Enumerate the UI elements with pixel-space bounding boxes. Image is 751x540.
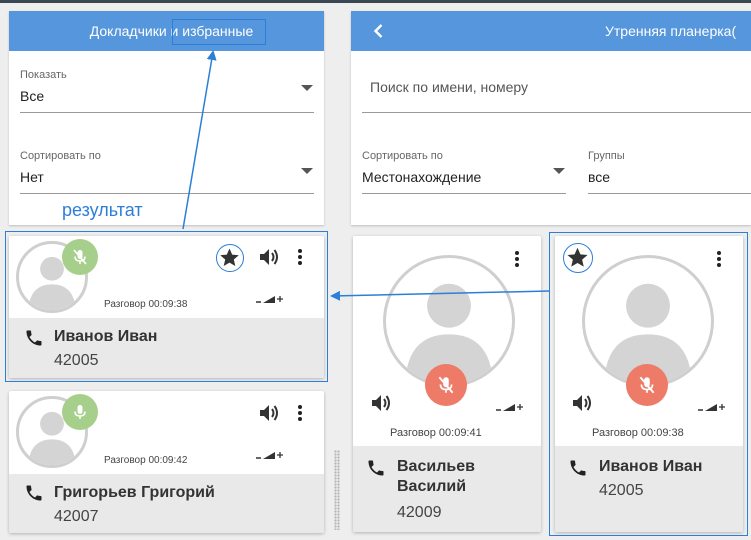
left-filter-panel: Докладчики и избранные Показать Все Сорт… — [9, 11, 324, 225]
right-sort-dropdown-icon[interactable] — [553, 168, 565, 174]
groups-underline — [588, 193, 751, 194]
groups-label: Группы — [588, 150, 625, 162]
sort-filter-underline — [20, 193, 314, 194]
show-filter-dropdown-icon[interactable] — [301, 85, 313, 91]
call-duration: Разговор 00:09:41 — [390, 427, 482, 439]
groups-value[interactable]: все — [588, 169, 610, 185]
volume-icon[interactable] — [370, 393, 392, 413]
sort-filter-value[interactable]: Нет — [20, 169, 44, 185]
left-participant-card-2[interactable]: Разговор 00:09:42 Григорьев Григорий 420… — [9, 391, 324, 533]
call-duration: Разговор 00:09:42 — [104, 455, 188, 466]
right-sort-underline — [362, 193, 566, 194]
card-footer: Васильев Василий 42009 — [353, 446, 541, 532]
panel-splitter-handle[interactable] — [334, 450, 340, 530]
search-input-underline — [362, 112, 751, 113]
more-vertical-icon[interactable] — [515, 251, 519, 267]
right-conference-panel: Утренняя планерка( Поиск по имени, номер… — [351, 11, 751, 225]
right-participant-card-1[interactable]: Разговор 00:09:41 Васильев Василий 42009 — [353, 236, 541, 532]
chevron-left-icon[interactable] — [371, 23, 387, 39]
search-input-placeholder[interactable]: Поиск по имени, номеру — [370, 79, 528, 95]
participant-name: Григорьев Григорий — [54, 484, 215, 501]
microphone-icon[interactable] — [62, 394, 98, 430]
window-top-strip — [0, 0, 751, 3]
show-filter-value[interactable]: Все — [20, 88, 44, 104]
volume-icon[interactable] — [258, 403, 280, 423]
right-panel-header: Утренняя планерка( — [351, 11, 751, 51]
left-panel-title-prefix: Докладчики и — [89, 23, 183, 39]
phone-icon — [366, 458, 386, 478]
signal-icon — [256, 447, 284, 459]
result-annotation: результат — [62, 200, 143, 220]
sort-filter-dropdown-icon[interactable] — [301, 168, 313, 174]
sort-filter-label: Сортировать по — [20, 150, 101, 162]
participant-number: 42007 — [54, 508, 99, 525]
show-filter-label: Показать — [20, 69, 67, 81]
phone-icon — [24, 483, 44, 503]
show-filter-underline — [20, 112, 314, 113]
microphone-off-icon[interactable] — [425, 364, 467, 406]
result-highlight-box — [5, 231, 328, 382]
participant-number: 42009 — [397, 504, 442, 521]
source-highlight-box — [549, 232, 748, 536]
favorites-highlight-box — [172, 19, 266, 45]
conference-title: Утренняя планерка( — [605, 23, 737, 39]
signal-icon — [496, 399, 524, 411]
card-footer: Григорьев Григорий 42007 — [9, 474, 324, 533]
right-sort-label: Сортировать по — [362, 150, 443, 162]
right-sort-value[interactable]: Местонахождение — [362, 169, 481, 185]
left-panel-header: Докладчики и избранные — [9, 11, 324, 51]
more-vertical-icon[interactable] — [298, 405, 302, 421]
participant-name: Васильев Василий — [397, 458, 475, 495]
